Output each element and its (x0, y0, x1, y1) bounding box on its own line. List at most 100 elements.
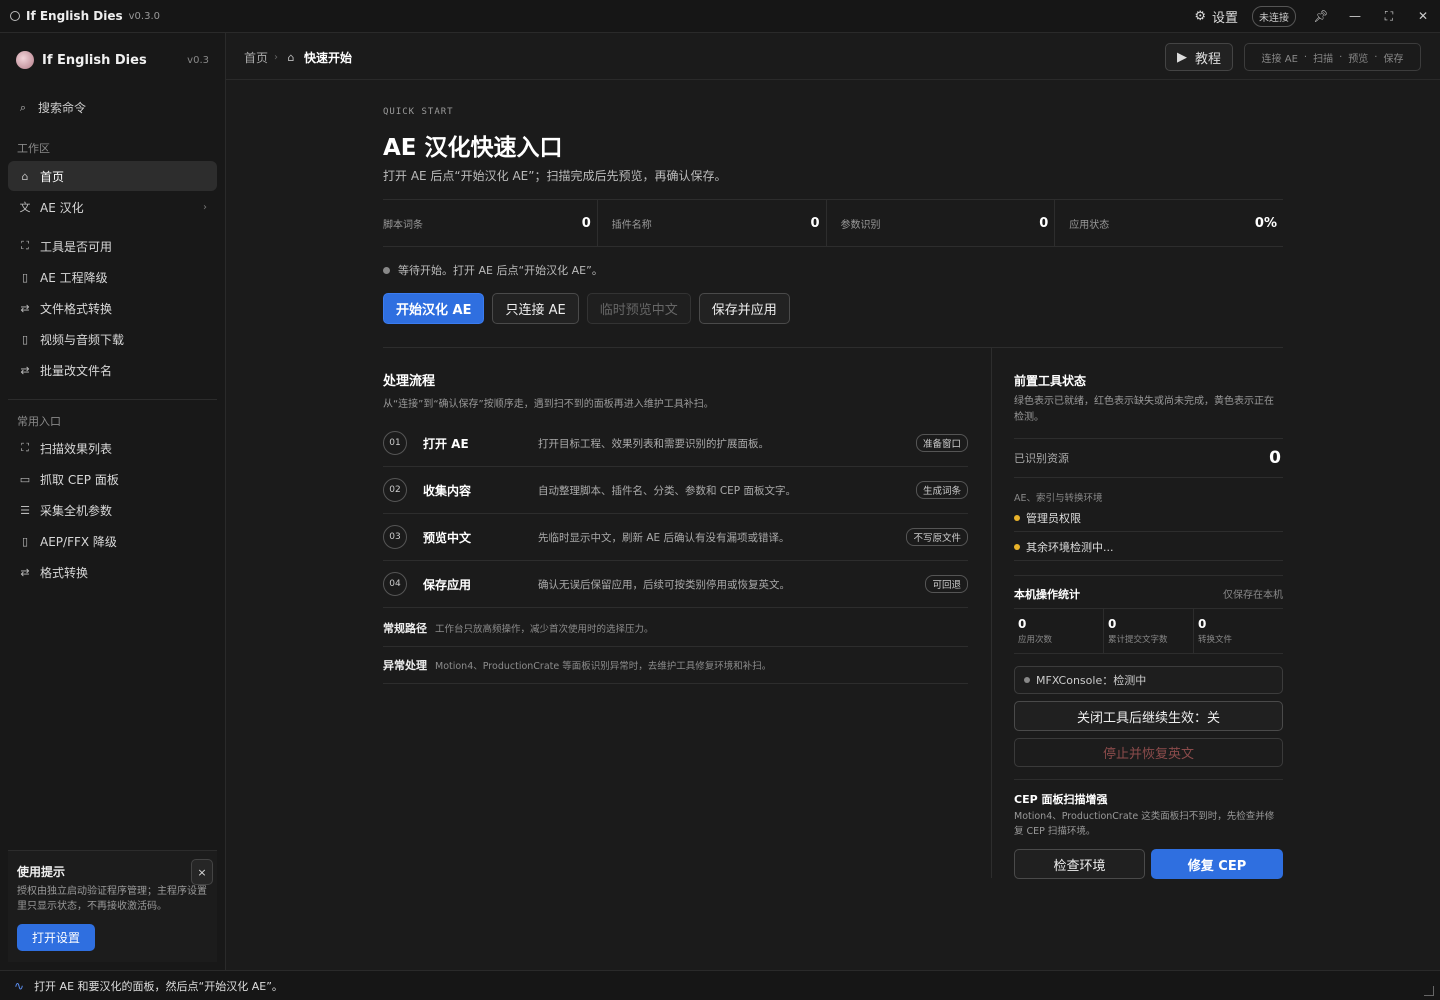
sidebar-item-ae-translate[interactable]: 文 AE 汉化 › (8, 192, 217, 222)
database-icon: ☰ (20, 503, 30, 517)
window-version: v0.3.0 (128, 10, 161, 22)
panel-desc: 绿色表示已就绪，红色表示缺失或尚未完成，黄色表示正在检测。 (1014, 396, 1274, 423)
note-label: 常规路径 (383, 622, 427, 635)
preview-chinese-button[interactable]: 临时预览中文 (586, 293, 691, 324)
usage-tip-card: 使用提示 × 授权由独立启动验证程序管理；主程序设置里只显示状态，不再接收激活码… (8, 850, 217, 962)
step-desc: 先临时显示中文，刷新 AE 后确认有没有漏项或错译。 (538, 531, 790, 544)
steps-indicator: 连接 AE · 扫描 · 预览 · 保存 (1244, 43, 1421, 71)
home-icon: ⌂ (287, 51, 295, 64)
page-eyebrow: QUICK START (383, 107, 454, 117)
fix-cep-button[interactable]: 修复 CEP (1151, 849, 1283, 879)
convert-icon: ⇄ (20, 363, 30, 377)
step-number: 04 (383, 572, 407, 596)
translate-icon: 文 (19, 201, 31, 214)
pin-button[interactable]: 📌︎ (1304, 0, 1338, 33)
window-app-name: If English Dies (26, 9, 123, 23)
step-tag: 可回退 (925, 575, 968, 593)
start-translate-button[interactable]: 开始汉化 AE (383, 293, 485, 324)
sidebar-item-home[interactable]: ⌂ 首页 (8, 161, 217, 191)
close-icon: ✕ (1417, 9, 1429, 23)
open-settings-button[interactable]: 打开设置 (17, 924, 95, 951)
panel-title: 前置工具状态 (1014, 374, 1087, 388)
brand-name: If English Dies (42, 52, 147, 68)
step-desc: 自动整理脚本、插件名、分类、参数和 CEP 面板文字。 (538, 484, 796, 497)
stat-converted-files: 0 转换文件 (1198, 617, 1233, 645)
sidebar-item-batch-rename[interactable]: ⇄ 批量改文件名 (8, 355, 217, 385)
stat-apply-status: 应用状态 0% (1069, 215, 1277, 231)
sidebar-divider (8, 399, 217, 400)
command-search[interactable]: ⌕ 搜索命令 (16, 99, 86, 116)
status-message: 等待开始。打开 AE 后点“开始汉化 AE”。 (383, 262, 603, 278)
sidebar-item-convert[interactable]: ⇄ 格式转换 (8, 557, 217, 587)
close-window-button[interactable]: ✕ (1406, 0, 1440, 33)
save-apply-button[interactable]: 保存并应用 (698, 293, 790, 324)
cep-section-title: CEP 面板扫描增强 (1014, 779, 1283, 807)
sidebar-item-media-download[interactable]: ▯ 视频与音频下载 (8, 324, 217, 354)
tip-title: 使用提示 (17, 865, 66, 879)
file-down-icon: ▯ (21, 534, 29, 548)
env-item: 其余环境检测中... (1014, 533, 1283, 561)
section-common: 常用入口 (17, 415, 61, 428)
connect-ae-button[interactable]: 只连接 AE (492, 293, 579, 324)
file-down-icon: ▯ (21, 270, 29, 284)
cep-buttons: 检查环境 修复 CEP (1014, 849, 1283, 879)
sidebar-item-cep-capture[interactable]: ▭ 抓取 CEP 面板 (8, 464, 217, 494)
step-title: 收集内容 (423, 483, 472, 498)
minimize-button[interactable]: — (1338, 0, 1372, 33)
panel-icon: ▭ (19, 472, 31, 486)
breadcrumb: 首页 › ⌂ 快速开始 (244, 49, 352, 66)
chevron-right-icon: › (203, 201, 207, 213)
check-env-button[interactable]: 检查环境 (1014, 849, 1145, 879)
process-section: 处理流程 从“连接”到“确认保存”按顺序走，遇到扫不到的面板再进入维护工具补扫。… (383, 370, 968, 684)
checking-dot-icon (1014, 514, 1020, 521)
tip-body: 授权由独立启动验证程序管理；主程序设置里只显示状态，不再接收激活码。 (17, 886, 207, 912)
connection-status-badge: 未连接 (1252, 5, 1296, 27)
sidebar-item-format-convert[interactable]: ⇄ 文件格式转换 (8, 293, 217, 323)
resources-row: 已识别资源 0 (1014, 438, 1283, 478)
resize-grip-icon[interactable] (1424, 986, 1434, 996)
panel-divider (991, 348, 992, 878)
stat-plugin-names: 插件名称 0 (612, 200, 827, 246)
sidebar-item-collect-params[interactable]: ☰ 采集全机参数 (8, 495, 217, 525)
sidebar-item-ae-downgrade[interactable]: ▯ AE 工程降级 (8, 262, 217, 292)
step-tag: 生成词条 (915, 481, 968, 499)
process-step: 04 保存应用 确认无误后保留应用，后续可按类别停用或恢复英文。 可回退 (383, 561, 968, 608)
persist-after-close-toggle[interactable]: 关闭工具后继续生效：关 (1014, 701, 1283, 731)
local-stats: 0 应用次数 0 累计提交文字数 0 转换文件 (1014, 608, 1283, 654)
convert-icon: ⇄ (20, 301, 30, 315)
maximize-button[interactable]: ⛶ (1372, 0, 1406, 33)
step-number: 02 (383, 478, 407, 502)
maximize-icon: ⛶ (1384, 8, 1394, 23)
stat-submitted-chars: 0 累计提交文字数 (1104, 609, 1194, 653)
stats-row: 脚本词条 0 插件名称 0 参数识别 0 应用状态 0% (383, 199, 1283, 247)
resources-count: 0 (1269, 448, 1281, 468)
sidebar-item-tool-check[interactable]: ⛶ 工具是否可用 (8, 231, 217, 261)
stat-script-terms: 脚本词条 0 (383, 200, 598, 246)
section-divider (383, 347, 1283, 348)
stop-restore-button[interactable]: 停止并恢复英文 (1014, 738, 1283, 767)
process-title: 处理流程 (383, 374, 436, 389)
sidebar-item-aep-ffx-downgrade[interactable]: ▯ AEP/FFX 降级 (8, 526, 217, 556)
settings-button[interactable]: ⚙ 设置 (1194, 7, 1238, 26)
sidebar: If English Dies v0.3 ⌕ 搜索命令 工作区 ⌂ 首页 文 A… (0, 33, 226, 970)
local-stats-header: 本机操作统计 仅保存在本机 (1014, 575, 1283, 602)
play-circle-icon: ▶ (1176, 49, 1187, 65)
stat-param-detect: 参数识别 0 (841, 200, 1056, 246)
process-subtitle: 从“连接”到“确认保存”按顺序走，遇到扫不到的面板再进入维护工具补扫。 (383, 399, 714, 410)
step-desc: 确认无误后保留应用，后续可按类别停用或恢复英文。 (538, 578, 790, 591)
minimize-icon: — (1349, 9, 1361, 23)
tip-close-button[interactable]: × (191, 859, 213, 885)
step-title: 保存应用 (423, 577, 472, 592)
brand-version: v0.3 (187, 54, 209, 66)
sidebar-item-scan-effects[interactable]: ⛶ 扫描效果列表 (8, 433, 217, 463)
breadcrumb-home[interactable]: 首页 (244, 49, 268, 66)
scan-icon: ⛶ (21, 239, 29, 252)
stat-apply-count: 0 应用次数 (1014, 609, 1104, 653)
gear-icon: ⚙ (1194, 8, 1206, 24)
title-bar: If English Dies v0.3.0 ⚙ 设置 未连接 📌︎ — ⛶ ✕ (0, 0, 1440, 33)
breadcrumb-separator: › (274, 52, 279, 63)
tutorial-button[interactable]: ▶ 教程 (1165, 43, 1233, 71)
process-step: 02 收集内容 自动整理脚本、插件名、分类、参数和 CEP 面板文字。 生成词条 (383, 467, 968, 514)
note-text: 工作台只放高频操作，减少首次使用时的选择压力。 (435, 624, 654, 635)
close-icon: × (197, 865, 207, 879)
